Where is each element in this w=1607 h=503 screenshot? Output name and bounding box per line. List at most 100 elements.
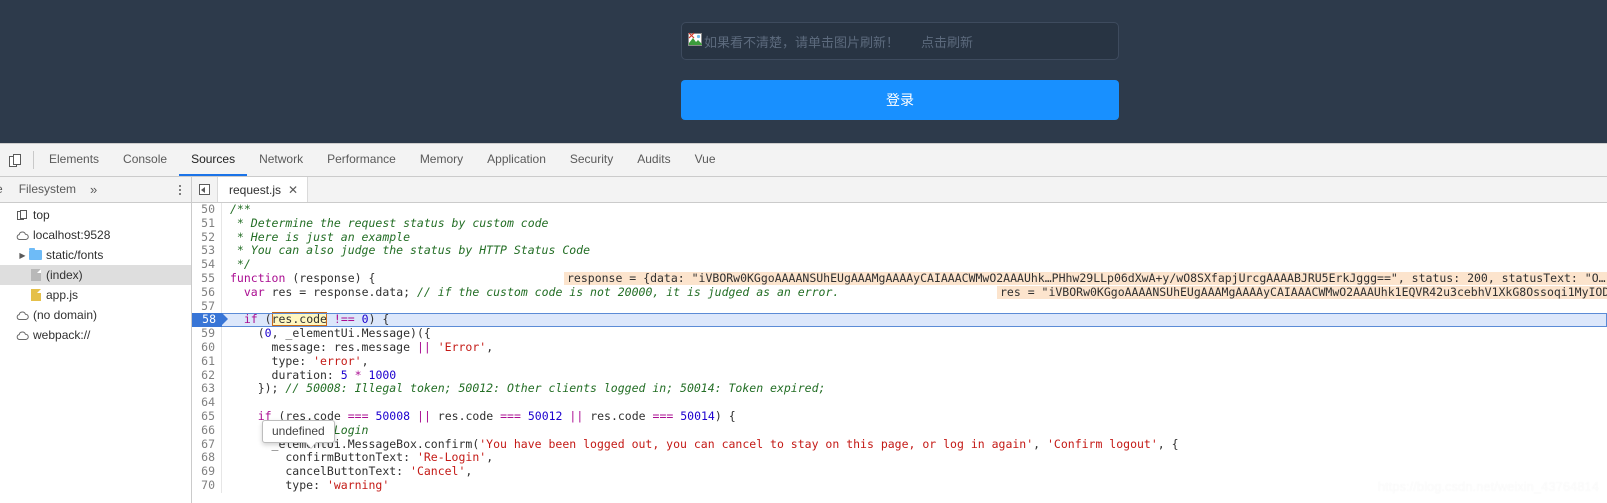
- tree-item-label: app.js: [46, 288, 78, 302]
- code-text: duration: 5 * 1000: [222, 369, 1607, 383]
- code-line-56[interactable]: 56 var res = response.data; // if the cu…: [192, 286, 1607, 300]
- tab-label: Sources: [191, 152, 235, 166]
- tree-item[interactable]: ▶top: [0, 205, 191, 225]
- code-line-62[interactable]: 62 duration: 5 * 1000: [192, 369, 1607, 383]
- code-text: /**: [222, 203, 1607, 217]
- code-line-68[interactable]: 68 confirmButtonText: 'Re-Login',: [192, 451, 1607, 465]
- navigator-tab-label: Filesystem: [19, 182, 76, 196]
- show-navigator-icon[interactable]: [192, 177, 218, 202]
- code-line-60[interactable]: 60 message: res.message || 'Error',: [192, 341, 1607, 355]
- line-number[interactable]: 68: [192, 451, 222, 465]
- navigator-tab-label: e: [0, 182, 3, 196]
- code-line-70[interactable]: 70 type: 'warning': [192, 479, 1607, 493]
- tree-item-label: (index): [46, 268, 83, 282]
- code-line-50[interactable]: 50/**: [192, 203, 1607, 217]
- tree-item-label: static/fonts: [46, 248, 103, 262]
- tree-item[interactable]: ▶webpack://: [0, 325, 191, 345]
- line-number[interactable]: 61: [192, 355, 222, 369]
- navigator-tab-clipped[interactable]: e: [0, 177, 11, 202]
- tree-item[interactable]: ▶(no domain): [0, 305, 191, 325]
- line-number[interactable]: 51: [192, 217, 222, 231]
- code-line-69[interactable]: 69 cancelButtonText: 'Cancel',: [192, 465, 1607, 479]
- tab-performance[interactable]: Performance: [315, 144, 408, 176]
- tab-label: Network: [259, 152, 303, 166]
- more-options-icon[interactable]: [179, 177, 181, 202]
- tree-item[interactable]: ▶ static/fonts: [0, 245, 191, 265]
- line-number[interactable]: 63: [192, 382, 222, 396]
- code-line-59[interactable]: 59 (0, _elementUi.Message)({: [192, 327, 1607, 341]
- editor-tab-request-js[interactable]: request.js ✕: [218, 177, 308, 202]
- divider: [33, 151, 34, 169]
- tab-audits[interactable]: Audits: [625, 144, 682, 176]
- line-number[interactable]: 56: [192, 286, 222, 300]
- debugged-page: 如果看不清楚，请单击图片刷新！ 点击刷新 登录: [0, 0, 1607, 143]
- captcha-alt-text: 如果看不清楚，请单击图片刷新！: [704, 32, 899, 51]
- cloud-icon: [15, 231, 30, 240]
- inline-eval-value: res = "iVBORw0KGgoAAAANSUhEUgAAAMgAAAAyC…: [997, 286, 1607, 299]
- tree-item-label: (no domain): [33, 308, 97, 322]
- code-line-53[interactable]: 53 * You can also judge the status by HT…: [192, 244, 1607, 258]
- code-line-64[interactable]: 64: [192, 396, 1607, 410]
- code-line-52[interactable]: 52 * Here is just an example: [192, 231, 1607, 245]
- code-line-54[interactable]: 54 */: [192, 258, 1607, 272]
- code-line-65[interactable]: 65 if (res.code === 50008 || res.code ==…: [192, 410, 1607, 424]
- inline-eval-line56: res = "iVBORw0KGgoAAAANSUhEUgAAAMgAAAAyC…: [997, 286, 1607, 300]
- code-line-57[interactable]: 57: [192, 300, 1607, 314]
- code-line-51[interactable]: 51 * Determine the request status by cus…: [192, 217, 1607, 231]
- tab-vue[interactable]: Vue: [683, 144, 728, 176]
- code-line-55[interactable]: 55function (response) {response = {data:…: [192, 272, 1607, 286]
- tab-label: Performance: [327, 152, 396, 166]
- expand-arrow-icon[interactable]: ▶: [17, 251, 28, 260]
- tab-sources[interactable]: Sources: [179, 144, 247, 176]
- code-line-66[interactable]: 66 // to re-Login: [192, 424, 1607, 438]
- line-number[interactable]: 50: [192, 203, 222, 217]
- tree-item[interactable]: ▶(index): [0, 265, 191, 285]
- value-tooltip: undefined: [262, 420, 335, 443]
- line-number[interactable]: 60: [192, 341, 222, 355]
- navigator-tab-filesystem[interactable]: Filesystem: [11, 177, 84, 202]
- js-file-icon: [28, 289, 43, 301]
- line-number[interactable]: 54: [192, 258, 222, 272]
- line-number[interactable]: 66: [192, 424, 222, 438]
- line-number[interactable]: 55: [192, 272, 222, 286]
- navigator-more-tabs-button[interactable]: »: [84, 182, 103, 197]
- line-number[interactable]: 52: [192, 231, 222, 245]
- tree-item[interactable]: ▶app.js: [0, 285, 191, 305]
- line-number[interactable]: 67: [192, 438, 222, 452]
- line-number[interactable]: 69: [192, 465, 222, 479]
- code-editor[interactable]: 50/**51 * Determine the request status b…: [192, 203, 1607, 503]
- code-line-67[interactable]: 67 _elementUi.MessageBox.confirm('You ha…: [192, 438, 1607, 452]
- code-text: [222, 300, 1607, 314]
- code-line-63[interactable]: 63 }); // 50008: Illegal token; 50012: O…: [192, 382, 1607, 396]
- tab-console[interactable]: Console: [111, 144, 179, 176]
- line-number[interactable]: 70: [192, 479, 222, 493]
- code-line-61[interactable]: 61 type: 'error',: [192, 355, 1607, 369]
- captcha-field[interactable]: 如果看不清楚，请单击图片刷新！ 点击刷新: [681, 22, 1119, 60]
- cloud-icon: [15, 311, 30, 320]
- tab-application[interactable]: Application: [475, 144, 558, 176]
- line-number[interactable]: 53: [192, 244, 222, 258]
- login-button[interactable]: 登录: [681, 80, 1119, 120]
- tab-elements[interactable]: Elements: [37, 144, 111, 176]
- code-text: if (res.code === 50008 || res.code === 5…: [222, 410, 1607, 424]
- line-number[interactable]: 59: [192, 327, 222, 341]
- devtools-tabbar: ElementsConsole Sources Network Performance…: [0, 144, 1607, 177]
- tab-security[interactable]: Security: [558, 144, 625, 176]
- line-number[interactable]: 62: [192, 369, 222, 383]
- tree-item[interactable]: ▶localhost:9528: [0, 225, 191, 245]
- tab-memory[interactable]: Memory: [408, 144, 475, 176]
- dock-side-icon[interactable]: [0, 144, 30, 176]
- code-line-58[interactable]: 58 if (res.code !== 0) {: [192, 313, 1607, 327]
- line-number[interactable]: 65: [192, 410, 222, 424]
- line-number[interactable]: 58: [192, 313, 222, 327]
- inline-eval-value: response = {data: "iVBORw0KGgoAAAANSUhEU…: [564, 272, 1607, 285]
- tooltip-arrow: [305, 442, 317, 449]
- tab-network[interactable]: Network: [247, 144, 315, 176]
- tree-item-label: webpack://: [33, 328, 90, 342]
- close-icon[interactable]: ✕: [288, 184, 298, 196]
- inline-eval-line55: response = {data: "iVBORw0KGgoAAAANSUhEU…: [564, 272, 1607, 286]
- code-text: * Here is just an example: [222, 231, 1607, 245]
- captcha-refresh-label[interactable]: 点击刷新: [921, 32, 973, 51]
- line-number[interactable]: 57: [192, 300, 222, 314]
- line-number[interactable]: 64: [192, 396, 222, 410]
